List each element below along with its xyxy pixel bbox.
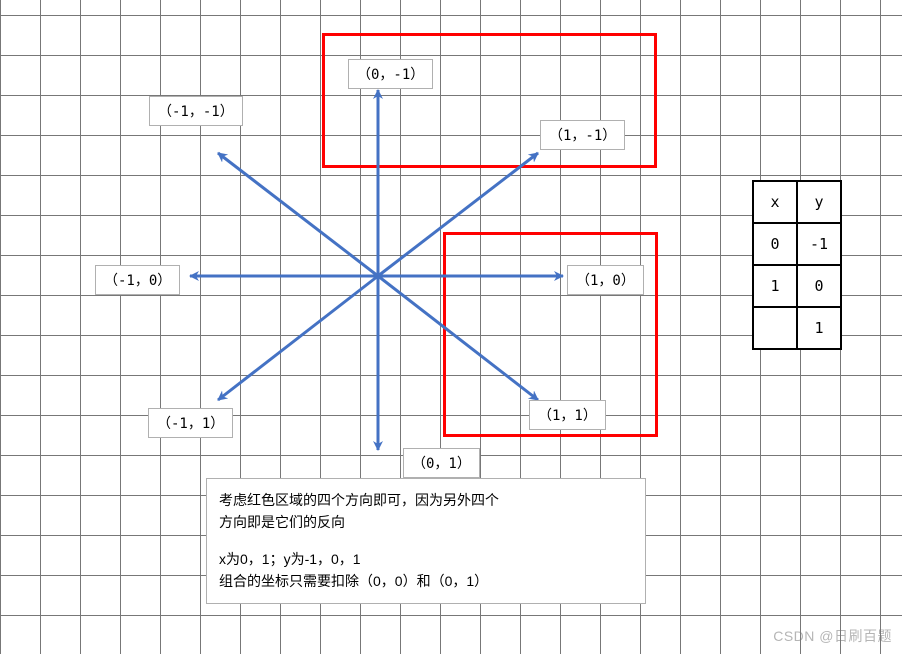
table-row: 1 0 [753, 265, 841, 307]
xy-head-y: y [797, 181, 841, 223]
label-ne: （1，-1） [540, 120, 625, 150]
watermark: CSDN @日刷百题 [773, 626, 892, 646]
table-row: 0 -1 [753, 223, 841, 265]
note-line: x为0，1；y为-1，0，1 [219, 548, 633, 570]
note-line: 方向即是它们的反向 [219, 511, 633, 533]
label-s: （0，1） [403, 448, 480, 478]
note-line: 组合的坐标只需要扣除（0，0）和（0，1） [219, 570, 633, 592]
label-se: （1，1） [529, 400, 606, 430]
label-n: （0，-1） [348, 59, 433, 89]
note-line: 考虑红色区域的四个方向即可，因为另外四个 [219, 489, 633, 511]
label-nw: （-1，-1） [149, 96, 243, 126]
explanation-note: 考虑红色区域的四个方向即可，因为另外四个 方向即是它们的反向 x为0，1；y为-… [206, 478, 646, 604]
xy-table: x y 0 -1 1 0 1 [752, 180, 842, 350]
xy-head-x: x [753, 181, 797, 223]
table-row: 1 [753, 307, 841, 349]
label-w: （-1，0） [95, 265, 180, 295]
label-sw: （-1，1） [148, 408, 233, 438]
label-e: （1，0） [567, 265, 644, 295]
